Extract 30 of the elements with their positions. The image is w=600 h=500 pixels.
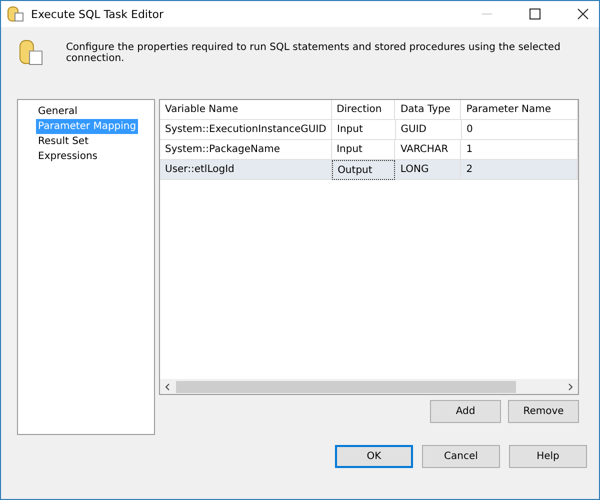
table-cell: Input	[332, 120, 396, 140]
table-row[interactable]: System::ExecutionInstanceGUID Input GUID 0	[160, 120, 578, 140]
table-cell: User::etlLogId	[160, 160, 332, 180]
grid-button[interactable]: Add	[430, 400, 501, 423]
table-cell: GUID	[396, 120, 462, 140]
column-header[interactable]: Data Type	[395, 100, 462, 120]
dialog-button[interactable]: OK	[335, 445, 413, 468]
grid-button[interactable]: Remove	[508, 400, 579, 423]
scroll-left-icon[interactable]	[164, 382, 172, 390]
table-cell: LONG	[395, 160, 462, 180]
table-cell: System::ExecutionInstanceGUID	[160, 120, 332, 140]
column-header[interactable]: Parameter Name	[461, 100, 578, 120]
description-text: Configure the properties required to run SQL statements and stored procedures using the selected connection.	[66, 42, 562, 64]
column-header[interactable]: Variable Name	[160, 100, 332, 120]
window-title: Execute SQL Task Editor	[31, 8, 164, 20]
table-cell: Output	[332, 160, 396, 180]
sidebar-item[interactable]: General	[36, 104, 80, 119]
column-header[interactable]: Direction	[332, 100, 396, 120]
dialog-button[interactable]: Cancel	[422, 445, 500, 468]
table-row[interactable]: User::etlLogId Output LONG 2	[160, 160, 578, 180]
scrollbar-thumb[interactable]	[176, 380, 516, 392]
scroll-right-icon[interactable]	[566, 382, 574, 390]
maximize-icon[interactable]	[529, 8, 541, 20]
close-icon[interactable]	[577, 8, 589, 20]
table-cell: 0	[462, 120, 578, 140]
dialog-button[interactable]: Help	[509, 445, 587, 468]
table-cell: 2	[461, 160, 578, 180]
horizontal-scrollbar[interactable]	[160, 379, 578, 394]
sidebar-item[interactable]: Expressions	[36, 149, 100, 164]
sidebar-item[interactable]: Result Set	[36, 134, 90, 149]
